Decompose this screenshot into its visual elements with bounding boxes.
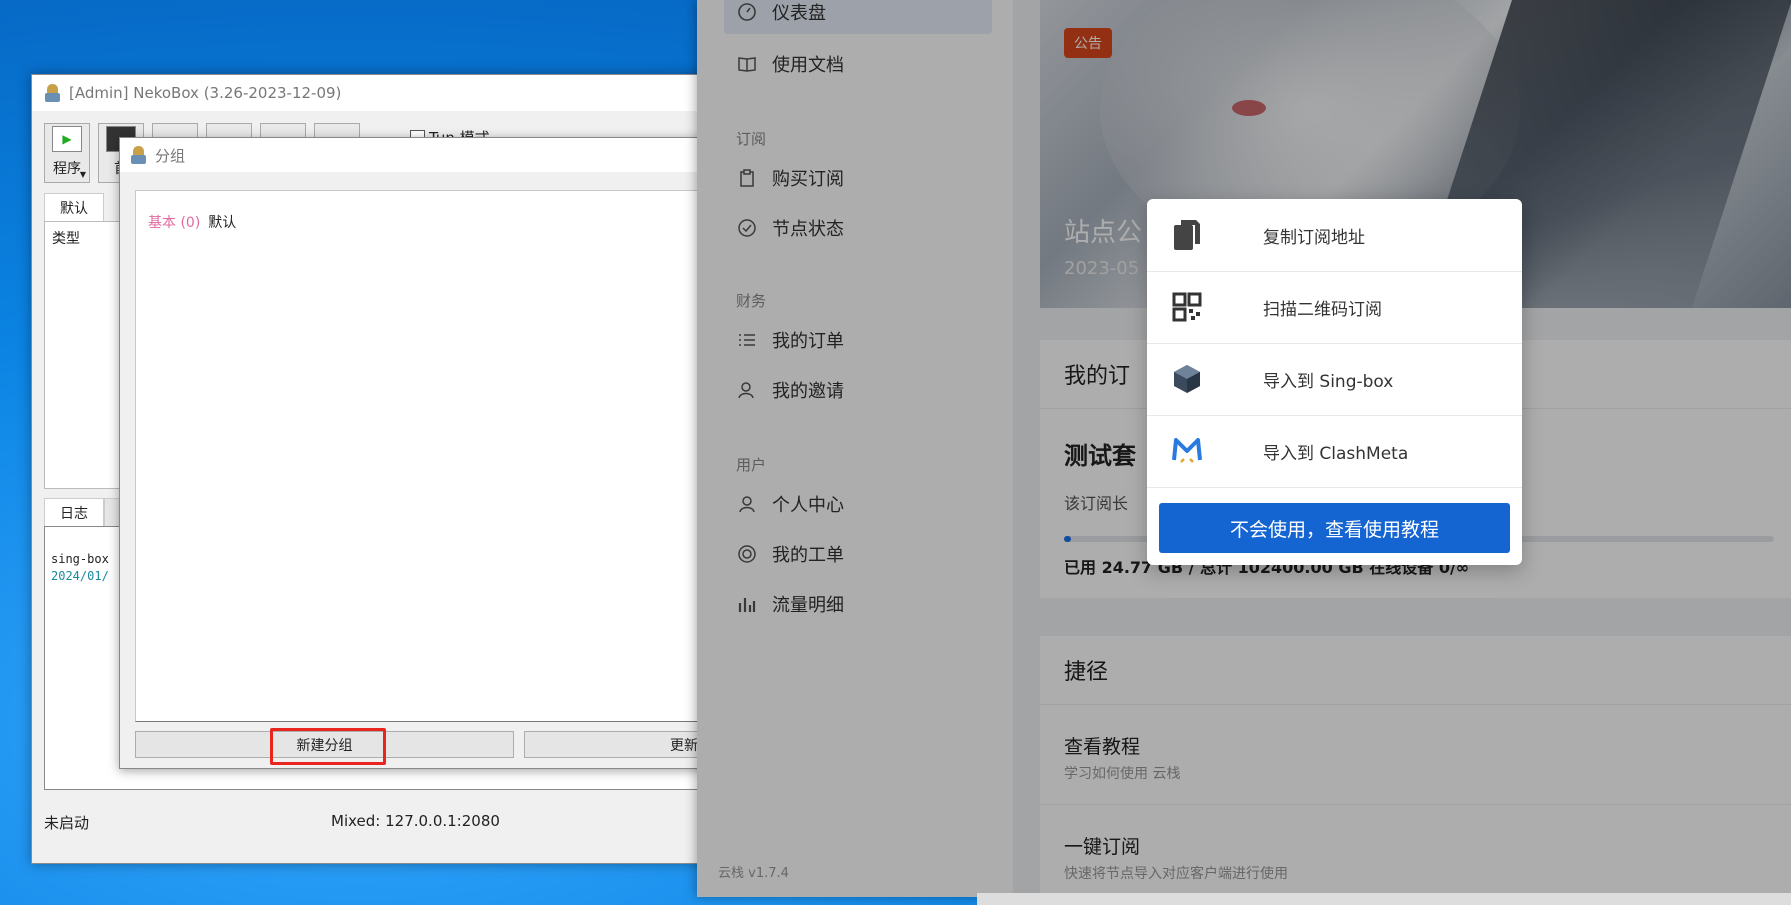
program-label: 程序	[53, 161, 81, 177]
tab-default[interactable]: 默认	[44, 193, 104, 222]
tab-log[interactable]: 日志	[44, 498, 104, 527]
group-dialog-title: 分组	[155, 146, 186, 165]
clashmeta-icon	[1169, 433, 1205, 469]
dropdown-arrow-icon: ▼	[79, 170, 86, 179]
column-header-type[interactable]: 类型	[52, 228, 80, 248]
group-dialog: 分组 基本 (0) 默认 新建分组 更新	[119, 137, 724, 769]
nekobox-app-icon	[130, 145, 147, 165]
group-type: 基本 (0)	[148, 215, 201, 231]
view-tutorial-button[interactable]: 不会使用，查看使用教程	[1159, 503, 1510, 553]
status-bar: 未启动 Mixed: 127.0.0.1:2080	[44, 812, 724, 833]
copy-subscription-url-item[interactable]: 复制订阅地址	[1147, 199, 1522, 272]
new-group-button[interactable]: 新建分组	[135, 731, 514, 758]
subscribe-popup: 复制订阅地址 扫描二维码订阅 导入到 Sing-box 导入到 ClashMet…	[1147, 199, 1522, 565]
popup-item-label: 复制订阅地址	[1263, 227, 1365, 248]
qrcode-icon	[1169, 289, 1205, 325]
nekobox-titlebar[interactable]: [Admin] NekoBox (3.26-2023-12-09)	[32, 75, 732, 111]
play-icon: ▶	[52, 126, 82, 152]
taskbar-strip	[977, 893, 1791, 905]
popup-item-label: 导入到 Sing-box	[1263, 371, 1394, 392]
copy-icon	[1169, 217, 1205, 253]
group-name: 默认	[208, 215, 237, 231]
popup-item-label: 导入到 ClashMeta	[1263, 443, 1409, 464]
nekobox-app-icon	[44, 83, 61, 103]
singbox-icon	[1169, 361, 1205, 397]
group-list[interactable]: 基本 (0) 默认	[135, 190, 722, 722]
nekobox-title: [Admin] NekoBox (3.26-2023-12-09)	[69, 84, 342, 102]
import-clashmeta-item[interactable]: 导入到 ClashMeta	[1147, 415, 1522, 488]
popup-item-label: 扫描二维码订阅	[1263, 299, 1382, 320]
group-dialog-titlebar[interactable]: 分组	[120, 138, 720, 172]
scan-qrcode-item[interactable]: 扫描二维码订阅	[1147, 271, 1522, 344]
import-singbox-item[interactable]: 导入到 Sing-box	[1147, 343, 1522, 416]
update-button[interactable]: 更新	[524, 731, 724, 758]
group-row[interactable]: 基本 (0) 默认	[148, 212, 236, 232]
program-menu-button[interactable]: ▶ 程序 ▼	[44, 123, 90, 183]
status-text: 未启动	[44, 814, 90, 832]
mixed-port-text: Mixed: 127.0.0.1:2080	[331, 812, 500, 830]
